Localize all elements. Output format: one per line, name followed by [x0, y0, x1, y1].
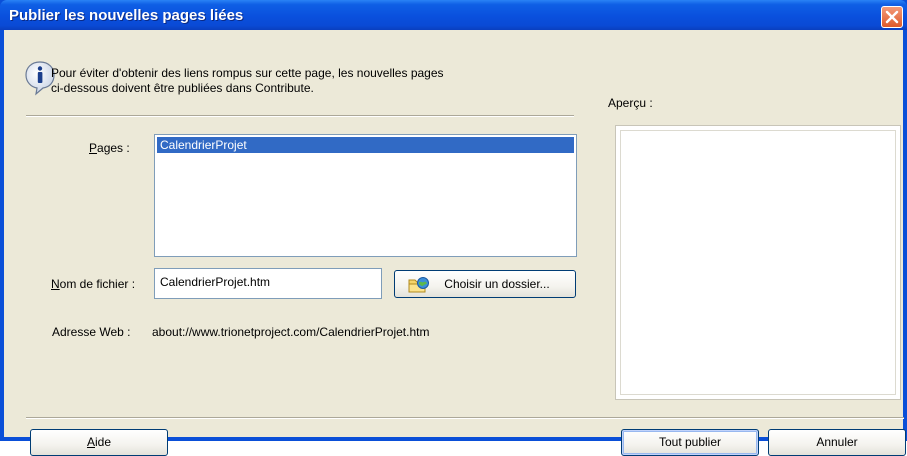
- choose-folder-button[interactable]: Choisir un dossier...: [394, 270, 576, 298]
- close-button[interactable]: [881, 6, 903, 28]
- preview-label: Aperçu :: [608, 96, 653, 110]
- publish-all-button[interactable]: Tout publier: [621, 429, 759, 456]
- separator: [26, 115, 574, 117]
- dialog-body: Pour éviter d'obtenir des liens rompus s…: [4, 30, 906, 456]
- web-address-label: Adresse Web :: [52, 325, 131, 339]
- pages-listbox[interactable]: CalendrierProjet: [154, 134, 577, 257]
- pages-label: Pages :: [89, 141, 130, 155]
- window-title: Publier les nouvelles pages liées: [9, 7, 244, 24]
- filename-label: Nom de fichier :: [51, 277, 135, 291]
- filename-input[interactable]: CalendrierProjet.htm: [154, 268, 382, 299]
- help-button[interactable]: Aide: [30, 429, 168, 456]
- filename-label-mnemonic: N: [51, 277, 60, 291]
- info-message: Pour éviter d'obtenir des liens rompus s…: [51, 66, 531, 96]
- web-address-value: about://www.trionetproject.com/Calendrie…: [152, 325, 430, 339]
- filename-label-text: om de fichier :: [59, 277, 136, 291]
- help-button-label: ide: [95, 435, 112, 449]
- cancel-button[interactable]: Annuler: [768, 429, 906, 456]
- info-message-line: ci-dessous doivent être publiées dans Co…: [51, 81, 314, 95]
- pages-label-mnemonic: P: [89, 141, 98, 155]
- pages-label-text: ages :: [97, 141, 130, 155]
- help-button-mnemonic: A: [86, 435, 95, 449]
- separator: [26, 417, 904, 419]
- list-item[interactable]: CalendrierProjet: [157, 137, 574, 153]
- preview-area: [620, 130, 896, 395]
- preview-pane: [615, 125, 901, 400]
- choose-folder-label: Choisir un dossier...: [444, 277, 550, 291]
- title-bar[interactable]: Publier les nouvelles pages liées: [0, 0, 907, 30]
- folder-globe-icon: [408, 277, 429, 293]
- close-icon: [885, 10, 899, 24]
- info-message-line: Pour éviter d'obtenir des liens rompus s…: [51, 66, 444, 80]
- dialog-window: Publier les nouvelles pages liées Pour é…: [0, 0, 907, 456]
